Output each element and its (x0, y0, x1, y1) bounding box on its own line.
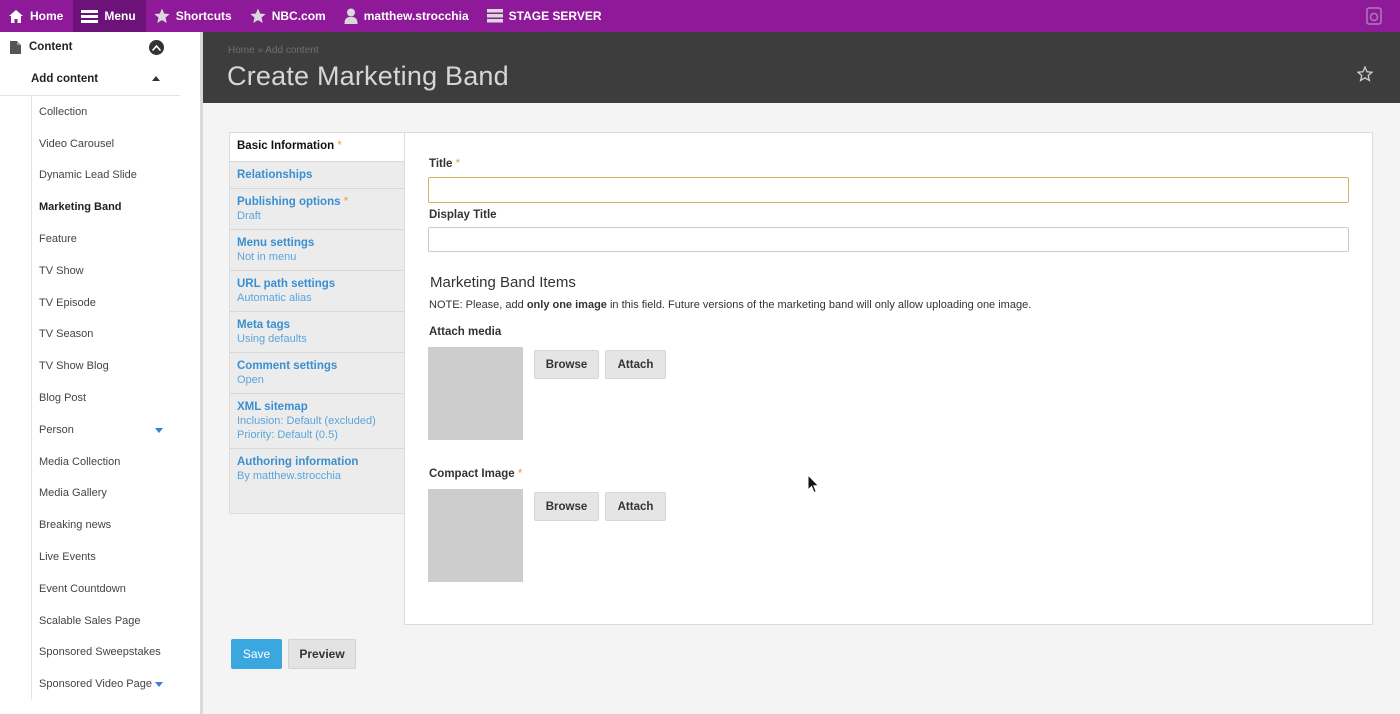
required-mark: * (337, 140, 342, 152)
sidebar-item-tv-show-blog[interactable]: TV Show Blog (32, 350, 183, 382)
toolbar-shortcuts[interactable]: Shortcuts (146, 0, 242, 32)
collapse-icon[interactable] (149, 40, 164, 55)
basic-information-panel: Title * Display Title Marketing Band Ite… (404, 132, 1373, 625)
toolbar-home-label: Home (30, 9, 64, 23)
tab-summary-priority: Priority: Default (0.5) (237, 429, 338, 441)
sidebar-item-sponsored-sweepstakes[interactable]: Sponsored Sweepstakes (32, 637, 183, 669)
toolbar-stage-server-label: STAGE SERVER (508, 9, 602, 23)
shortcut-star-button[interactable] (1356, 65, 1374, 87)
sidebar-item-live-events[interactable]: Live Events (32, 541, 183, 573)
tab-menu-settings[interactable]: Menu settings Not in menu (230, 230, 404, 271)
compact-attach-button[interactable]: Attach (605, 492, 666, 521)
sidebar-item-tv-episode[interactable]: TV Episode (32, 287, 183, 319)
tab-authoring-information[interactable]: Authoring information By matthew.strocch… (230, 449, 404, 489)
tab-summary: Open (237, 374, 264, 386)
home-icon (9, 9, 23, 23)
upload-note: NOTE: Please, add only one image in this… (429, 299, 1032, 311)
server-icon (486, 9, 503, 23)
sidebar-content-types: Collection Video Carousel Dynamic Lead S… (31, 96, 183, 701)
display-title-input[interactable] (428, 227, 1349, 252)
user-icon (344, 8, 358, 24)
tab-url-path-settings[interactable]: URL path settings Automatic alias (230, 271, 404, 312)
tab-relationships[interactable]: Relationships (230, 162, 404, 189)
sidebar-item-tv-show[interactable]: TV Show (32, 255, 183, 287)
media-thumbnail-placeholder (428, 347, 523, 440)
compact-browse-button[interactable]: Browse (534, 492, 599, 521)
document-icon (10, 40, 21, 54)
tab-summary: By matthew.strocchia (237, 470, 341, 482)
title-label: Title * (429, 158, 461, 170)
compact-image-thumbnail-placeholder (428, 489, 523, 582)
page-title: Create Marketing Band (227, 61, 509, 91)
tab-xml-sitemap[interactable]: XML sitemap Inclusion: Default (excluded… (230, 394, 404, 449)
star-icon (154, 8, 170, 23)
star-icon (250, 8, 266, 23)
browse-button[interactable]: Browse (534, 350, 599, 379)
sidebar-content-label: Content (29, 41, 73, 53)
caret-up-icon (152, 76, 160, 81)
tab-summary: Inclusion: Default (excluded) (237, 415, 376, 427)
admin-toolbar: Home Menu Shortcuts NBC.com matthew.stro… (0, 0, 1400, 32)
toolbar-home[interactable]: Home (0, 0, 73, 32)
sidebar-item-person[interactable]: Person (32, 414, 183, 446)
sidebar-item-media-gallery[interactable]: Media Gallery (32, 478, 183, 510)
sidebar-item-video-carousel[interactable]: Video Carousel (32, 128, 183, 160)
sidebar-item-sponsored-video-page[interactable]: Sponsored Video Page (32, 668, 183, 700)
tab-summary: Automatic alias (237, 292, 312, 304)
sidebar-item-media-collection[interactable]: Media Collection (32, 446, 183, 478)
sidebar-item-collection[interactable]: Collection (32, 96, 183, 128)
sidebar-item-marketing-band[interactable]: Marketing Band (32, 191, 183, 223)
marketing-band-items-heading: Marketing Band Items (430, 274, 576, 291)
tab-comment-settings[interactable]: Comment settings Open (230, 353, 404, 394)
attach-button[interactable]: Attach (605, 350, 666, 379)
sidebar-add-content-label: Add content (31, 72, 99, 85)
tab-basic-information[interactable]: Basic Information * (230, 133, 405, 162)
compact-image-label: Compact Image * (429, 468, 523, 480)
breadcrumb[interactable]: Home » Add content (228, 45, 319, 56)
page-header: Home » Add content Create Marketing Band (203, 32, 1400, 103)
expand-arrow-icon[interactable] (155, 427, 163, 433)
tab-summary: Draft (237, 210, 261, 222)
display-title-label: Display Title (429, 209, 497, 221)
sidebar-item-scalable-sales-page[interactable]: Scalable Sales Page (32, 605, 183, 637)
mouse-cursor-icon (807, 474, 820, 494)
tab-summary: Not in menu (237, 251, 297, 263)
toolbar-nbc-label: NBC.com (271, 9, 326, 23)
toolbar-user-label: matthew.strocchia (363, 9, 469, 23)
star-outline-icon (1356, 65, 1374, 82)
toolbar-stage-server[interactable]: STAGE SERVER (479, 0, 612, 32)
sidebar-add-content[interactable]: Add content (0, 62, 180, 96)
toolbar-menu-label: Menu (104, 9, 136, 23)
attach-media-label: Attach media (429, 326, 502, 338)
toolbar-nbc[interactable]: NBC.com (242, 0, 336, 32)
sidebar-item-tv-season[interactable]: TV Season (32, 319, 183, 351)
tray-toggle-icon (1366, 7, 1382, 25)
preview-button[interactable]: Preview (288, 639, 356, 669)
admin-sidebar: Content Add content Collection Video Car… (0, 32, 203, 714)
toolbar-orientation-toggle[interactable] (1348, 0, 1400, 32)
toolbar-menu[interactable]: Menu (73, 0, 146, 32)
title-input[interactable] (428, 177, 1349, 203)
menu-icon (81, 9, 99, 23)
sidebar-item-feature[interactable]: Feature (32, 223, 183, 255)
sidebar-item-breaking-news[interactable]: Breaking news (32, 509, 183, 541)
sidebar-item-dynamic-lead-slide[interactable]: Dynamic Lead Slide (32, 160, 183, 192)
tab-summary: Using defaults (237, 333, 307, 345)
save-button[interactable]: Save (231, 639, 282, 669)
tab-meta-tags[interactable]: Meta tags Using defaults (230, 312, 404, 353)
tab-publishing-options[interactable]: Publishing options * Draft (230, 189, 404, 230)
toolbar-user[interactable]: matthew.strocchia (336, 0, 479, 32)
sidebar-item-blog-post[interactable]: Blog Post (32, 382, 183, 414)
vertical-tabs: Basic Information * Relationships Publis… (229, 132, 405, 514)
sidebar-item-event-countdown[interactable]: Event Countdown (32, 573, 183, 605)
expand-arrow-icon[interactable] (155, 682, 163, 688)
toolbar-shortcuts-label: Shortcuts (175, 9, 232, 23)
sidebar-content-header[interactable]: Content (0, 32, 200, 62)
